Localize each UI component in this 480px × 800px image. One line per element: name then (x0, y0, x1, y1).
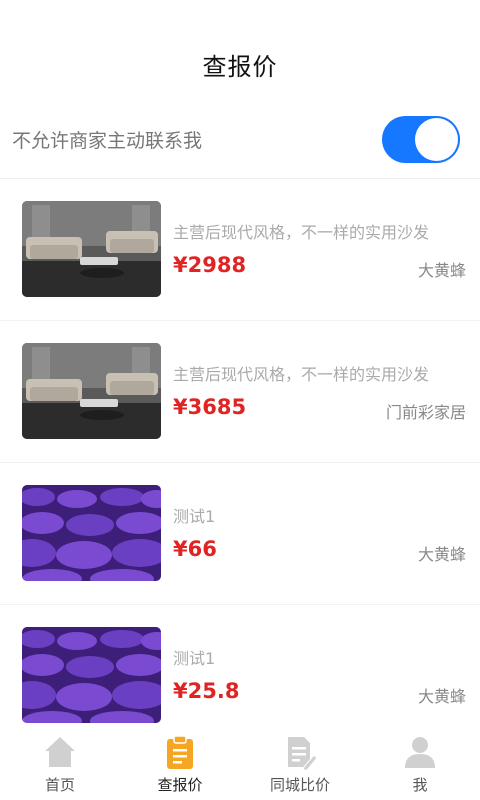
header: 查报价 (0, 0, 480, 102)
product-name: 测试1 (173, 649, 216, 668)
product-thumbnail (22, 343, 161, 439)
page-title: 查报价 (202, 53, 278, 81)
product-name: 主营后现代风格，不一样的实用沙发 (173, 223, 430, 242)
list-item[interactable]: 测试1 ¥25.8 大黄蜂 (0, 605, 480, 747)
product-thumbnail (22, 627, 161, 723)
product-price: ¥25.8 (173, 679, 240, 703)
home-icon (45, 737, 75, 767)
list-item[interactable]: 主营后现代风格，不一样的实用沙发 ¥3685 门前彩家居 (0, 321, 480, 463)
tab-label: 我 (412, 776, 428, 794)
shop-name: 大黄蜂 (417, 687, 466, 706)
contact-permission-row: 不允许商家主动联系我 (0, 102, 480, 179)
quote-list: 主营后现代风格，不一样的实用沙发 ¥2988 大黄蜂 主营后现代风格，不一样的实… (0, 179, 480, 747)
product-price: ¥3685 (173, 395, 247, 419)
shop-name: 大黄蜂 (417, 545, 466, 564)
tab-label: 同城比价 (269, 776, 330, 794)
tab-label: 查报价 (157, 776, 203, 794)
contact-permission-label: 不允许商家主动联系我 (12, 130, 203, 152)
tab-me[interactable]: 我 (360, 730, 480, 800)
tab-home[interactable]: 首页 (0, 730, 120, 800)
product-price: ¥2988 (173, 253, 247, 277)
list-item[interactable]: 测试1 ¥66 大黄蜂 (0, 463, 480, 605)
product-thumbnail (22, 201, 161, 297)
product-name: 测试1 (173, 507, 216, 526)
list-item[interactable]: 主营后现代风格，不一样的实用沙发 ¥2988 大黄蜂 (0, 179, 480, 321)
contact-permission-switch[interactable] (382, 116, 460, 163)
shop-name: 门前彩家居 (385, 403, 466, 422)
product-thumbnail (22, 485, 161, 581)
tab-label: 首页 (44, 776, 75, 794)
clipboard-icon (167, 735, 193, 769)
tab-local-compare[interactable]: 同城比价 (240, 730, 360, 800)
product-price: ¥66 (173, 537, 217, 561)
document-edit-icon (288, 737, 318, 770)
product-name: 主营后现代风格，不一样的实用沙发 (173, 365, 430, 384)
shop-name: 大黄蜂 (417, 261, 466, 280)
switch-knob (415, 118, 458, 161)
tab-quote[interactable]: 查报价 (120, 730, 240, 800)
bottom-tab-bar: 首页 查报价 同城比价 我 (0, 730, 480, 800)
user-icon (405, 737, 435, 768)
